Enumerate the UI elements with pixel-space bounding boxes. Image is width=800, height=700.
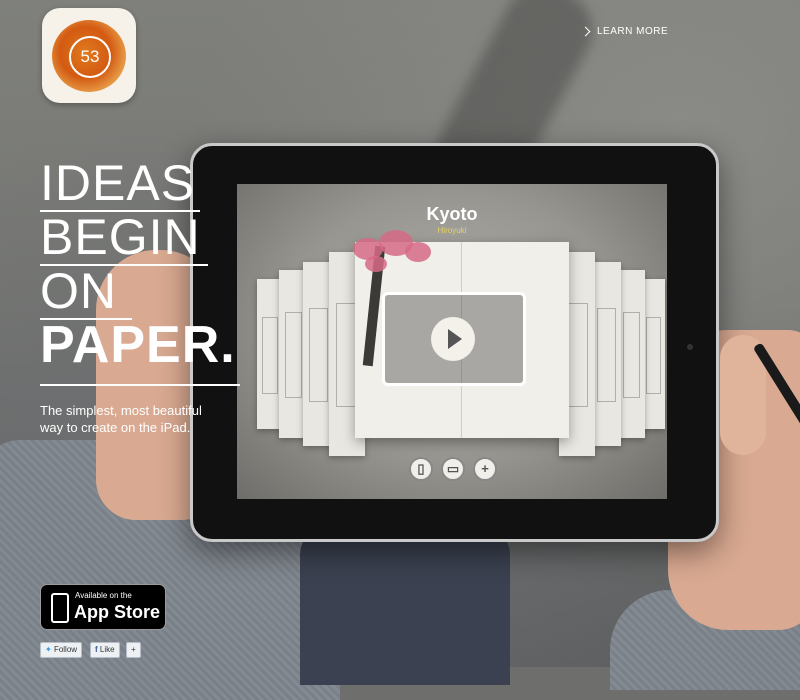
- headline-line: ON: [40, 263, 117, 319]
- add-icon[interactable]: +: [473, 457, 497, 481]
- ipad-camera: [687, 344, 693, 350]
- headline-rule: [40, 264, 208, 266]
- headline-line: IDEAS: [40, 155, 196, 211]
- shirt: [300, 525, 510, 685]
- book-subtitle: Hiroyuki: [437, 226, 467, 235]
- headline-rule: [40, 318, 132, 320]
- app-store-badge[interactable]: Available on the App Store: [40, 584, 166, 630]
- headline-rule: [40, 384, 240, 386]
- share-icon[interactable]: ▭: [441, 457, 465, 481]
- learn-more-link[interactable]: LEARN MORE: [580, 26, 669, 37]
- chevron-right-icon: [580, 26, 591, 37]
- trash-icon[interactable]: ▯: [409, 457, 433, 481]
- notebook-page: [617, 270, 645, 438]
- follow-label: Follow: [53, 645, 78, 654]
- facebook-like-button[interactable]: f Like: [90, 642, 120, 658]
- ipad-device: Kyoto Hiroyuki ▯ ▭ +: [190, 143, 719, 542]
- like-label: Like: [99, 645, 115, 654]
- app-icon-number: 53: [69, 36, 111, 78]
- video-frame[interactable]: [382, 292, 526, 386]
- blossom-drawing: [365, 256, 387, 272]
- blossom-drawing: [405, 242, 431, 262]
- iphone-icon: [51, 593, 69, 623]
- ipad-screen: Kyoto Hiroyuki ▯ ▭ +: [237, 184, 667, 499]
- appstore-small-label: Available on the: [75, 591, 132, 600]
- tagline: The simplest, most beautiful way to crea…: [40, 403, 202, 435]
- learn-more-label: LEARN MORE: [597, 26, 669, 37]
- twitter-icon: ✦: [45, 645, 52, 654]
- headline-rule: [40, 210, 200, 212]
- twitter-follow-button[interactable]: ✦ Follow: [40, 642, 83, 658]
- plus-share-button[interactable]: +: [126, 642, 141, 658]
- play-icon[interactable]: [431, 317, 475, 361]
- headline-line: BEGIN: [40, 209, 201, 265]
- app-icon[interactable]: 53: [42, 8, 136, 103]
- book-title: Kyoto: [426, 204, 478, 224]
- headline-line: PAPER.: [40, 316, 236, 374]
- plus-label: +: [131, 645, 136, 654]
- notebook-page: [591, 262, 621, 446]
- appstore-big-label: App Store: [74, 602, 161, 622]
- facebook-icon: f: [95, 645, 98, 654]
